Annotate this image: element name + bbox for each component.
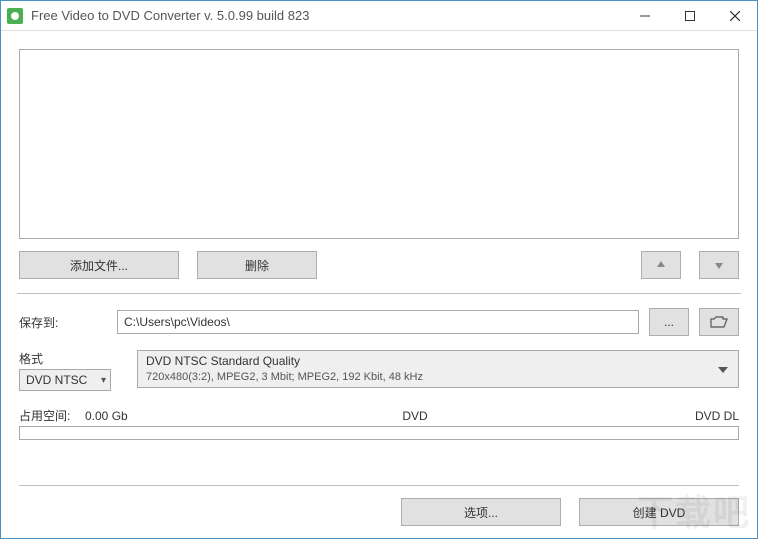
- options-button[interactable]: 选项...: [401, 498, 561, 526]
- format-label: 格式: [19, 350, 117, 367]
- browse-button[interactable]: ...: [649, 308, 689, 336]
- quality-line2: 720x480(3:2), MPEG2, 3 Mbit; MPEG2, 192 …: [146, 370, 423, 384]
- open-folder-button[interactable]: [699, 308, 739, 336]
- chevron-down-icon: [718, 362, 728, 376]
- titlebar: Free Video to DVD Converter v. 5.0.99 bu…: [1, 1, 757, 31]
- arrow-down-icon: [713, 259, 725, 271]
- format-select-value: DVD NTSC: [26, 373, 87, 387]
- close-button[interactable]: [712, 1, 757, 30]
- add-files-button[interactable]: 添加文件...: [19, 251, 179, 279]
- delete-button[interactable]: 删除: [197, 251, 317, 279]
- move-down-button[interactable]: [699, 251, 739, 279]
- create-dvd-button[interactable]: 创建 DVD: [579, 498, 739, 526]
- save-path-input[interactable]: C:\Users\pc\Videos\: [117, 310, 639, 334]
- maximize-button[interactable]: [667, 1, 712, 30]
- quality-line1: DVD NTSC Standard Quality: [146, 354, 423, 370]
- arrow-up-icon: [655, 259, 667, 271]
- dvd-dl-marker: DVD DL: [695, 409, 739, 423]
- quality-select[interactable]: DVD NTSC Standard Quality 720x480(3:2), …: [137, 350, 739, 388]
- format-select[interactable]: DVD NTSC ▾: [19, 369, 111, 391]
- window-title: Free Video to DVD Converter v. 5.0.99 bu…: [31, 8, 309, 23]
- move-up-button[interactable]: [641, 251, 681, 279]
- minimize-button[interactable]: [622, 1, 667, 30]
- space-usage-bar: [19, 426, 739, 440]
- open-folder-icon: [710, 316, 728, 328]
- divider: [17, 293, 741, 294]
- app-icon: [7, 8, 23, 24]
- space-used-label: 占用空间:: [19, 407, 85, 424]
- save-path-value: C:\Users\pc\Videos\: [124, 315, 230, 329]
- chevron-down-icon: ▾: [101, 375, 106, 386]
- file-list[interactable]: [19, 49, 739, 239]
- dvd-marker: DVD: [402, 409, 427, 423]
- space-used-value: 0.00 Gb: [85, 409, 135, 423]
- save-to-label: 保存到:: [19, 314, 117, 331]
